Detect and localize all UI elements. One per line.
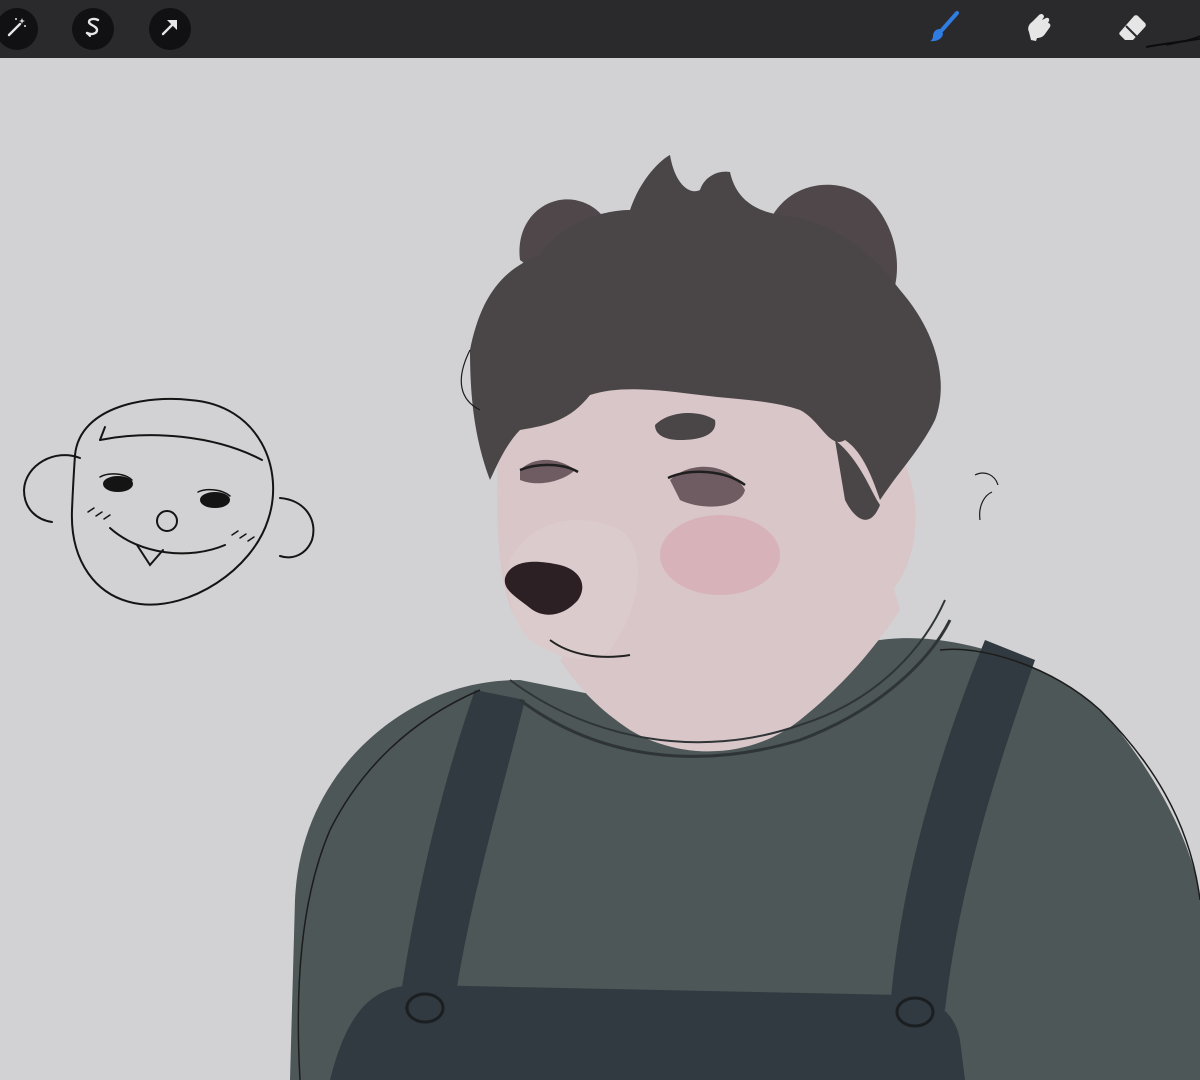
artwork (22, 155, 1200, 1080)
selection-button[interactable] (72, 8, 114, 50)
brush-button[interactable] (924, 9, 964, 49)
smudge-button[interactable] (1018, 9, 1058, 49)
selection-s-icon (81, 15, 105, 44)
magic-wand-icon (5, 15, 29, 44)
smudge-finger-icon (1021, 10, 1055, 49)
transform-button[interactable] (149, 8, 191, 50)
eraser-icon (1115, 10, 1149, 49)
drawing-canvas[interactable] (0, 58, 1200, 1080)
brush-icon (927, 10, 961, 49)
top-toolbar (0, 0, 1200, 58)
doodle-face (22, 397, 315, 606)
arrow-cursor-icon (158, 15, 182, 44)
brush-size-stroke[interactable] (1145, 30, 1200, 50)
adjustments-button[interactable] (0, 8, 38, 50)
character (290, 155, 1200, 1080)
